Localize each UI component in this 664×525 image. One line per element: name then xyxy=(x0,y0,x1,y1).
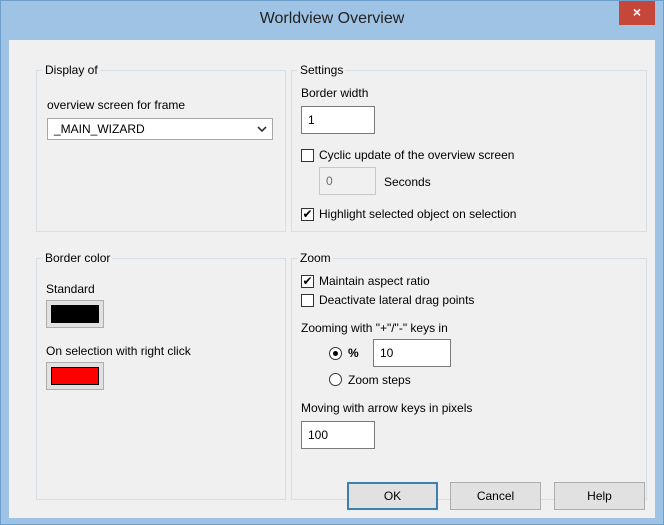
aspect-ratio-checkbox[interactable]: ✔ xyxy=(301,275,314,288)
close-icon: × xyxy=(632,4,642,20)
window-title: Worldview Overview xyxy=(259,10,405,27)
title-bar[interactable]: Worldview Overview × xyxy=(1,1,663,40)
overview-frame-label: overview screen for frame xyxy=(47,98,186,112)
dialog-window: Worldview Overview × Display of overview… xyxy=(0,0,664,525)
arrow-keys-input[interactable]: 100 xyxy=(301,421,375,449)
frame-select[interactable]: _MAIN_WIZARD xyxy=(47,118,273,140)
selection-color-swatch xyxy=(51,367,99,385)
aspect-ratio-label[interactable]: Maintain aspect ratio xyxy=(319,273,430,289)
percent-label[interactable]: % xyxy=(348,345,359,361)
chevron-down-icon xyxy=(257,126,267,133)
selection-color-button[interactable] xyxy=(46,362,104,390)
highlight-label[interactable]: Highlight selected object on selection xyxy=(319,206,516,222)
percent-input[interactable]: 10 xyxy=(373,339,451,367)
percent-radio[interactable] xyxy=(329,347,342,360)
selection-color-label: On selection with right click xyxy=(46,344,191,358)
border-color-group: Border color Standard On selection with … xyxy=(36,250,286,500)
cancel-button[interactable]: Cancel xyxy=(450,482,541,510)
zoom-group: Zoom ✔ Maintain aspect ratio Deactivate … xyxy=(291,250,647,500)
display-of-group-title: Display of xyxy=(43,62,100,78)
border-width-input[interactable]: 1 xyxy=(301,106,375,134)
display-of-group: Display of overview screen for frame _MA… xyxy=(36,62,286,232)
drag-points-checkbox[interactable] xyxy=(301,294,314,307)
check-icon: ✔ xyxy=(302,274,313,288)
zoom-group-title: Zoom xyxy=(298,250,333,266)
drag-points-label[interactable]: Deactivate lateral drag points xyxy=(319,292,474,308)
settings-group-title: Settings xyxy=(298,62,346,78)
dialog-client: Display of overview screen for frame _MA… xyxy=(9,40,655,518)
border-width-label: Border width xyxy=(301,86,369,100)
standard-color-button[interactable] xyxy=(46,300,104,328)
close-button[interactable]: × xyxy=(619,1,655,25)
help-button[interactable]: Help xyxy=(554,482,645,510)
zoom-steps-radio[interactable] xyxy=(329,373,342,386)
cyclic-update-checkbox[interactable] xyxy=(301,149,314,162)
highlight-checkbox[interactable]: ✔ xyxy=(301,208,314,221)
seconds-label: Seconds xyxy=(384,175,431,189)
frame-select-value: _MAIN_WIZARD xyxy=(54,122,145,136)
standard-color-label: Standard xyxy=(46,282,95,296)
settings-group: Settings Border width 1 Cyclic update of… xyxy=(291,62,647,232)
cyclic-update-label[interactable]: Cyclic update of the overview screen xyxy=(319,147,514,163)
check-icon: ✔ xyxy=(302,207,313,221)
zoom-keys-label: Zooming with "+"/"-" keys in xyxy=(301,321,448,335)
standard-color-swatch xyxy=(51,305,99,323)
border-color-group-title: Border color xyxy=(43,250,113,266)
zoom-steps-label[interactable]: Zoom steps xyxy=(348,372,411,388)
seconds-input[interactable]: 0 xyxy=(319,167,376,195)
ok-button[interactable]: OK xyxy=(347,482,438,510)
arrow-keys-label: Moving with arrow keys in pixels xyxy=(301,401,473,415)
